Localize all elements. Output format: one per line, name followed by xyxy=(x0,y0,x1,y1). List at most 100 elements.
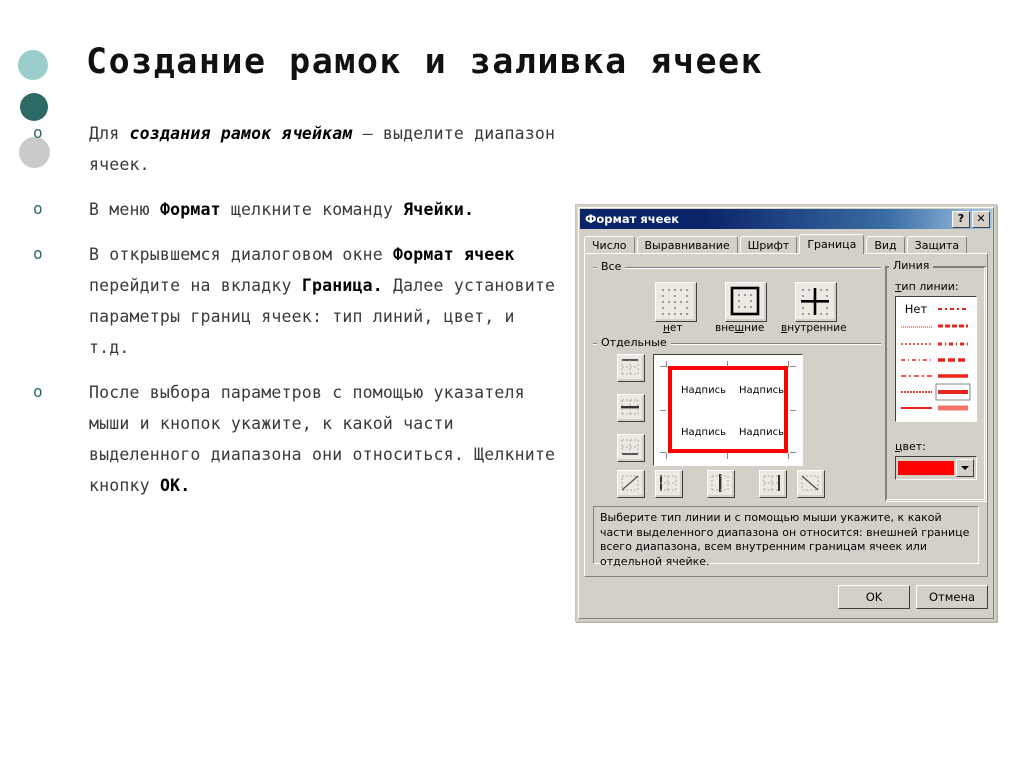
bullet-item: o Для создания рамок ячейкам — выделите д… xyxy=(20,118,565,180)
tick-mark xyxy=(666,453,667,459)
bullet-item: o В меню Формат щелкните команду Ячейки. xyxy=(20,194,565,225)
border-middle-vertical-icon xyxy=(708,471,732,495)
text-run: OK. xyxy=(159,476,191,495)
dialog-titlebar: Формат ячеек ? ✕ xyxy=(580,209,992,229)
text-run: Для xyxy=(89,124,130,143)
line-color-label: цвет: xyxy=(895,440,926,453)
close-button[interactable]: ✕ xyxy=(972,210,990,228)
border-left-icon xyxy=(656,471,680,495)
bullet-text: В открывшемся диалоговом окне Формат яче… xyxy=(89,239,565,363)
group-separate-label: Отдельные xyxy=(597,336,671,349)
preset-none-label: нет xyxy=(663,322,683,334)
bullet-text: Для создания рамок ячейкам — выделите ди… xyxy=(89,118,565,180)
border-bottom-icon xyxy=(618,435,642,459)
tick-mark xyxy=(660,452,666,453)
bullet-list: o Для создания рамок ячейкам — выделите д… xyxy=(20,118,565,515)
tab-panel-border: Все нет внешние внутренние Отдельные Над… xyxy=(584,253,988,577)
preset-inside-label: внутренние xyxy=(781,322,847,334)
text-run: создания рамок ячейкам xyxy=(129,124,353,143)
text-run: После выбора параметров с помощью указат… xyxy=(89,383,556,495)
ok-button[interactable]: OK xyxy=(838,585,910,609)
bullet-text: В меню Формат щелкните команду Ячейки. xyxy=(89,194,565,225)
preset-inside-button[interactable] xyxy=(795,282,837,322)
preview-label: Надпись xyxy=(739,427,784,438)
group-all: Все xyxy=(593,260,881,274)
preview-outer-border xyxy=(668,366,788,453)
border-diagonal-down-button[interactable] xyxy=(797,470,825,498)
group-line-label: Линия xyxy=(889,259,934,272)
preset-outline-label: внешние xyxy=(715,322,765,334)
line-style-samples xyxy=(901,308,971,411)
border-top-button[interactable] xyxy=(617,354,645,382)
tick-mark xyxy=(660,410,666,411)
border-diagonal-down-icon xyxy=(798,471,822,495)
tick-mark xyxy=(727,453,728,459)
text-run: В открывшемся диалоговом окне xyxy=(89,245,394,264)
tab-шрифт[interactable]: Шрифт xyxy=(739,236,798,254)
preset-none-icon xyxy=(656,283,694,319)
preset-none-button[interactable] xyxy=(655,282,697,322)
tab-выравнивание[interactable]: Выравнивание xyxy=(636,236,738,254)
group-separate: Отдельные xyxy=(593,336,881,350)
line-color-dropdown[interactable] xyxy=(895,456,977,480)
dialog-help-text: Выберите тип линии и с помощью мыши укаж… xyxy=(593,506,979,568)
tick-mark xyxy=(788,361,789,367)
dialog-tabstrip: Число Выравнивание Шрифт Граница Вид Защита xyxy=(584,234,988,254)
bullet-item: o После выбора параметров с помощью указа… xyxy=(20,377,565,501)
help-button[interactable]: ? xyxy=(952,210,970,228)
tab-граница[interactable]: Граница xyxy=(799,234,865,254)
preset-outline-button[interactable] xyxy=(725,282,767,322)
decor-circle-light xyxy=(18,50,48,80)
bullet-item: o В открывшемся диалоговом окне Формат яч… xyxy=(20,239,565,363)
group-all-label: Все xyxy=(597,260,626,273)
preview-label: Надпись xyxy=(681,385,726,396)
border-diagonal-up-button[interactable] xyxy=(617,470,645,498)
dialog-title: Формат ячеек xyxy=(585,212,680,226)
bullet-marker: o xyxy=(33,123,43,142)
text-run: В меню xyxy=(89,200,160,219)
bullet-marker: o xyxy=(33,244,43,263)
text-run: Формат ячеек xyxy=(393,245,515,264)
border-right-button[interactable] xyxy=(759,470,787,498)
text-run: щелкните команду xyxy=(220,200,404,219)
border-top-icon xyxy=(618,355,642,379)
tab-число[interactable]: Число xyxy=(584,236,635,254)
border-middle-vertical-button[interactable] xyxy=(707,470,735,498)
text-run: перейдите на вкладку xyxy=(89,276,302,295)
tick-mark xyxy=(666,361,667,367)
tab-защита[interactable]: Защита xyxy=(906,236,968,254)
page-title: Создание рамок и заливка ячеек xyxy=(86,42,764,82)
tick-mark xyxy=(790,410,796,411)
text-run: Формат xyxy=(159,200,221,219)
border-bottom-button[interactable] xyxy=(617,434,645,462)
border-middle-horizontal-button[interactable] xyxy=(617,394,645,422)
group-all-divider xyxy=(593,267,881,269)
border-middle-horizontal-icon xyxy=(618,395,642,419)
bullet-marker: o xyxy=(33,382,43,401)
format-cells-dialog: Формат ячеек ? ✕ Число Выравнивание Шрифт Г… xyxy=(575,204,997,622)
preview-label: Надпись xyxy=(681,427,726,438)
tick-mark xyxy=(660,366,666,367)
line-style-list[interactable]: Нет xyxy=(895,296,977,422)
preset-outline-icon xyxy=(726,283,764,319)
bullet-text: После выбора параметров с помощью указат… xyxy=(89,377,565,501)
tab-вид[interactable]: Вид xyxy=(866,236,905,254)
preview-label: Надпись xyxy=(739,385,784,396)
cancel-button[interactable]: Отмена xyxy=(916,585,988,609)
chevron-down-icon[interactable] xyxy=(956,459,974,477)
tick-mark xyxy=(790,366,796,367)
tick-mark xyxy=(790,452,796,453)
border-right-icon xyxy=(760,471,784,495)
text-run: Граница. xyxy=(301,276,383,295)
text-run: Ячейки. xyxy=(403,200,475,219)
tick-mark xyxy=(788,453,789,459)
decor-circle-dark xyxy=(20,93,48,121)
preset-inside-icon xyxy=(796,283,834,319)
border-preview[interactable]: Надпись Надпись Надпись Надпись xyxy=(653,354,803,466)
tick-mark xyxy=(727,361,728,367)
border-diagonal-up-icon xyxy=(618,471,642,495)
border-left-button[interactable] xyxy=(655,470,683,498)
line-color-swatch xyxy=(898,461,954,475)
bullet-marker: o xyxy=(33,199,43,218)
line-type-label: тип линии: xyxy=(895,280,959,293)
